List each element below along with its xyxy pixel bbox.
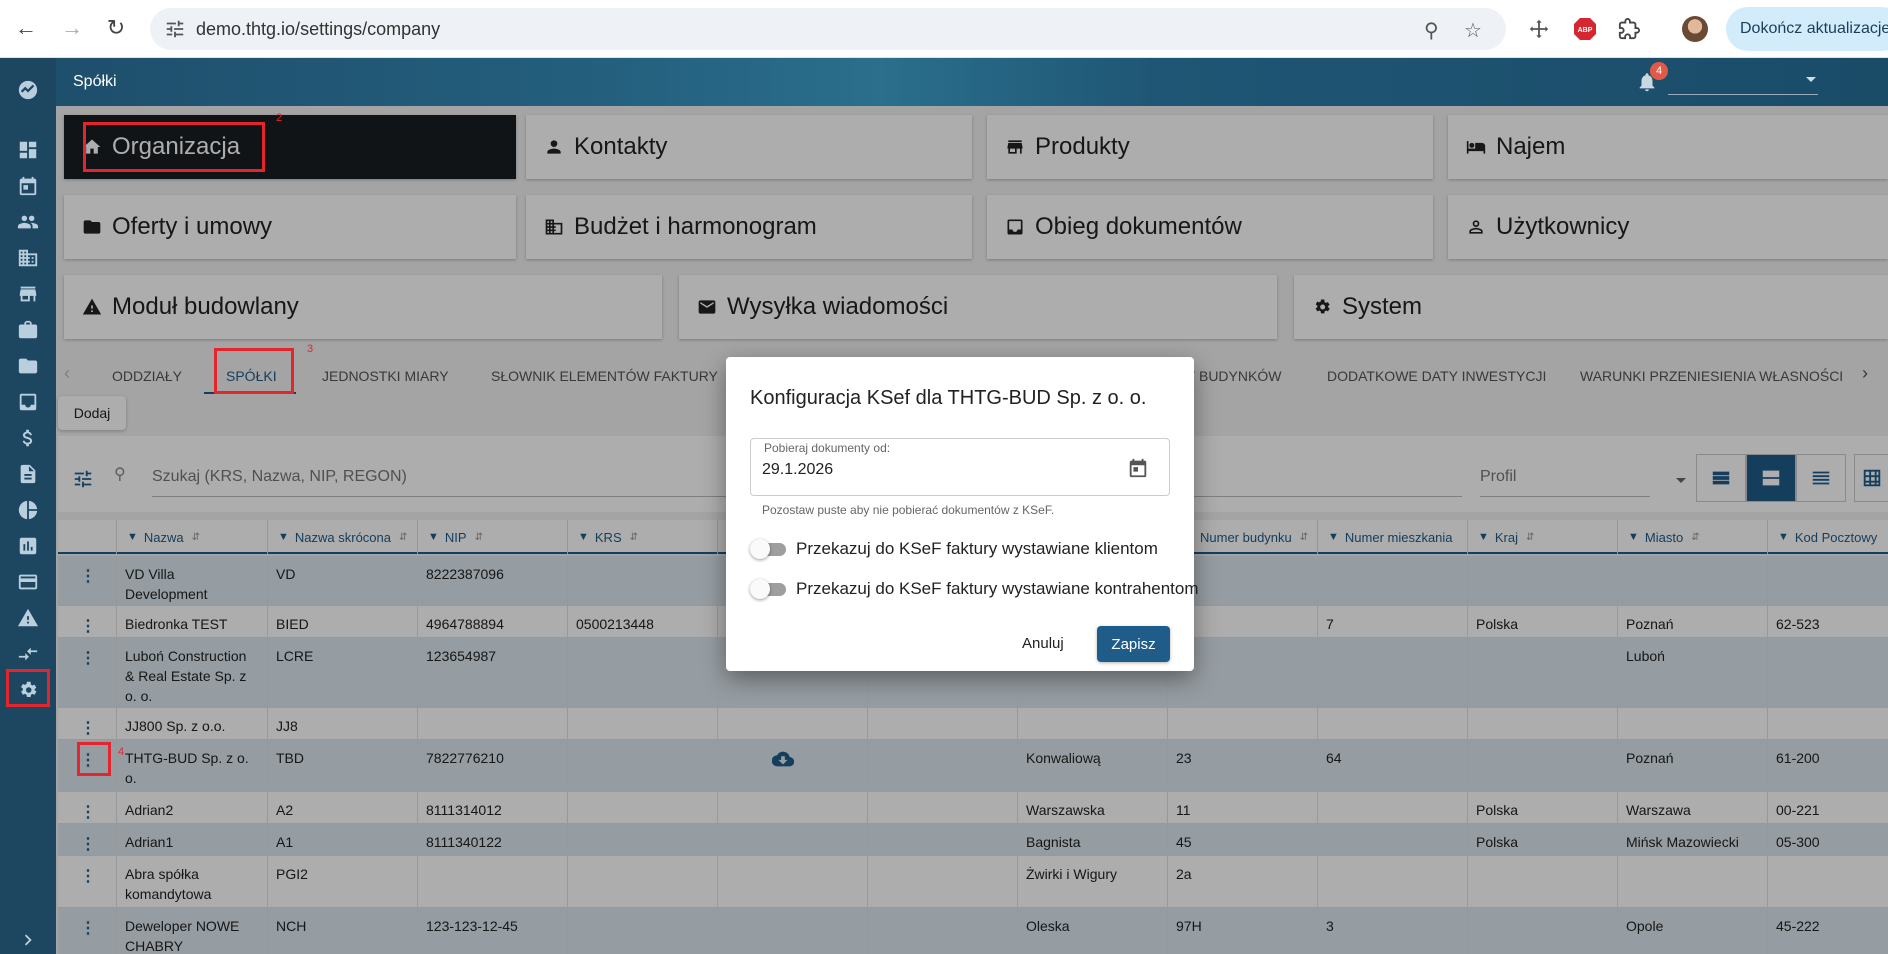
move-icon[interactable] — [1524, 14, 1554, 44]
inbox-icon[interactable] — [14, 388, 42, 416]
cancel-button[interactable]: Anuluj — [1022, 635, 1064, 652]
briefcase-icon[interactable] — [14, 316, 42, 344]
bar-chart-icon[interactable] — [14, 532, 42, 560]
adblock-icon[interactable]: ABP — [1570, 14, 1600, 44]
company-select[interactable] — [1668, 71, 1818, 95]
dashboard-icon[interactable] — [14, 136, 42, 164]
dollar-icon[interactable] — [14, 424, 42, 452]
credit-card-icon[interactable] — [14, 568, 42, 596]
toggle-row-klientom[interactable]: Przekazuj do KSeF faktury wystawiane kli… — [750, 537, 1158, 561]
app-header: Spółki 4 IP — [56, 58, 1888, 106]
calendar-icon[interactable] — [1127, 457, 1149, 479]
profile-avatar[interactable] — [1680, 14, 1710, 44]
toggle-kontrahentom-label: Przekazuj do KSeF faktury wystawiane kon… — [796, 579, 1199, 598]
toggle-klientom-label: Przekazuj do KSeF faktury wystawiane kli… — [796, 539, 1158, 558]
chevron-down-icon — [1806, 77, 1816, 82]
logo-icon[interactable] — [14, 76, 42, 104]
save-button[interactable]: Zapisz — [1097, 626, 1170, 662]
date-field-value[interactable]: 29.1.2026 — [762, 461, 833, 479]
ksef-config-dialog: Konfiguracja KSef dla THTG-BUD Sp. z o. … — [726, 357, 1199, 671]
pie-chart-icon[interactable] — [14, 496, 42, 524]
dialog-title: Konfiguracja KSef dla THTG-BUD Sp. z o. … — [750, 387, 1147, 409]
url-text: demo.thtg.io/settings/company — [196, 19, 441, 39]
back-icon[interactable]: ← — [10, 12, 42, 44]
toggle-row-kontrahentom[interactable]: Przekazuj do KSeF faktury wystawiane kon… — [750, 577, 1199, 601]
reload-icon[interactable]: ↻ — [100, 12, 132, 44]
toggle-klientom[interactable] — [750, 539, 788, 559]
sidebar — [0, 58, 56, 954]
address-bar[interactable]: demo.thtg.io/settings/company ⚲ ☆ — [150, 8, 1506, 50]
people-icon[interactable] — [14, 208, 42, 236]
forward-icon[interactable]: → — [56, 12, 88, 44]
calendar-icon[interactable] — [14, 172, 42, 200]
svg-text:ABP: ABP — [1578, 27, 1593, 34]
warning-icon[interactable] — [14, 604, 42, 632]
building-icon[interactable] — [14, 244, 42, 272]
page-title: Spółki — [73, 73, 117, 90]
update-button[interactable]: Dokończ aktualizacje — [1726, 7, 1888, 51]
site-settings-icon[interactable] — [164, 18, 186, 40]
compare-arrows-icon[interactable] — [14, 640, 42, 668]
date-field-label: Pobieraj dokumenty od: — [762, 441, 893, 455]
document-icon[interactable] — [14, 460, 42, 488]
annotation-number-3: 3 — [307, 343, 314, 355]
toggle-kontrahentom[interactable] — [750, 579, 788, 599]
annotation-box-spolki — [214, 348, 294, 394]
bookmark-star-icon[interactable]: ☆ — [1464, 18, 1482, 43]
annotation-box-row-menu — [77, 742, 111, 776]
annotation-number-4: 4 — [118, 746, 125, 758]
expand-chevron-icon[interactable] — [14, 926, 42, 954]
date-field[interactable]: Pobieraj dokumenty od: 29.1.2026 — [750, 438, 1170, 496]
annotation-number-2: 2 — [276, 112, 283, 124]
annotation-box-organizacja — [83, 122, 265, 172]
extensions-icon[interactable] — [1614, 14, 1644, 44]
store-icon[interactable] — [14, 280, 42, 308]
zoom-icon[interactable]: ⚲ — [1424, 18, 1439, 43]
annotation-box-settings — [6, 669, 50, 707]
browser-toolbar: ← → ↻ demo.thtg.io/settings/company ⚲ ☆ … — [0, 0, 1888, 58]
folder-icon[interactable] — [14, 352, 42, 380]
date-field-hint: Pozostaw puste aby nie pobierać dokument… — [762, 503, 1055, 517]
notification-badge: 4 — [1650, 62, 1668, 80]
